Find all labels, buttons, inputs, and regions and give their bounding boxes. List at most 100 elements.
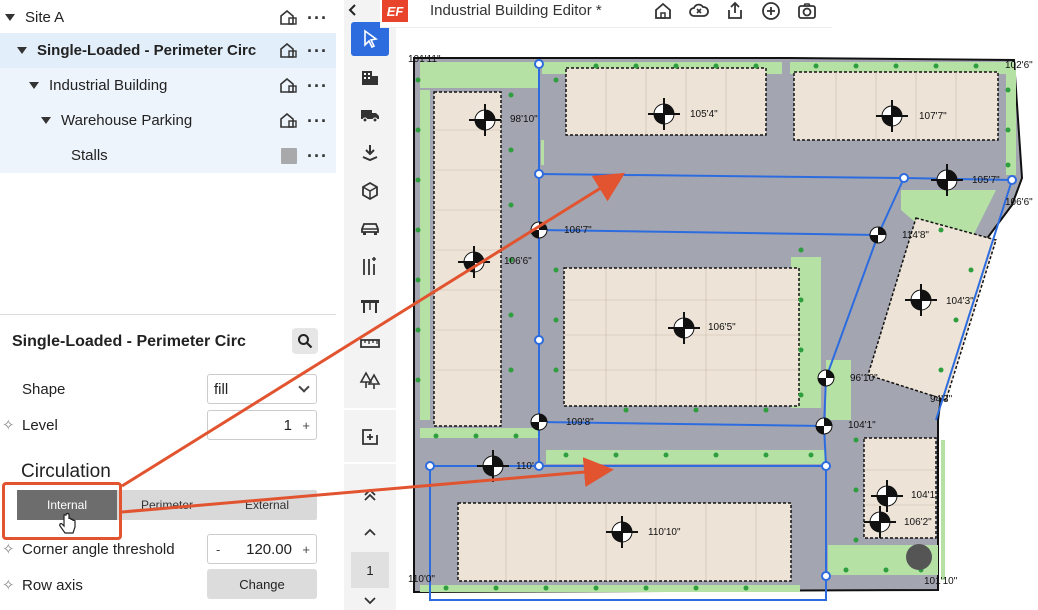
circ-option-external[interactable]: External (217, 490, 317, 520)
building-icon[interactable] (280, 113, 297, 128)
dimension-label: 104'1" (911, 490, 939, 501)
color-swatch[interactable] (281, 147, 298, 164)
more-icon[interactable]: ··· (307, 147, 328, 165)
decrement-button[interactable]: - (216, 418, 220, 433)
increment-button[interactable]: + (302, 542, 310, 557)
increment-button[interactable]: + (302, 418, 310, 433)
corner-angle-stepper[interactable]: - 120.00 + (207, 534, 317, 564)
level-top-button[interactable] (351, 478, 389, 512)
grass-area (420, 585, 800, 592)
more-icon[interactable]: ··· (307, 42, 328, 60)
dimension-label: 106'5" (708, 322, 736, 333)
share-icon[interactable] (724, 0, 746, 22)
cube-tool-button[interactable] (351, 174, 389, 208)
building-footprint[interactable] (565, 67, 767, 136)
more-icon[interactable]: ··· (307, 77, 328, 95)
home-icon[interactable] (652, 0, 674, 22)
panel-title: Single-Loaded - Perimeter Circ (12, 333, 246, 350)
shape-label: Shape (22, 381, 66, 398)
collapse-panel-icon[interactable] (346, 3, 360, 17)
tree-item-warehouse-parking[interactable]: Warehouse Parking ··· (0, 103, 336, 138)
building-tool-button[interactable] (351, 60, 389, 94)
level-value[interactable]: 1 (284, 417, 292, 434)
grass-area (1006, 70, 1016, 175)
hand-cursor-icon (59, 512, 76, 534)
camera-icon[interactable] (796, 0, 818, 22)
more-icon[interactable]: ··· (307, 112, 328, 130)
cloud-off-icon[interactable] (688, 0, 710, 22)
truck-tool-button[interactable] (351, 98, 389, 132)
building-icon[interactable] (280, 43, 297, 58)
pointer-icon (364, 29, 378, 49)
sparkle-icon: ✧ (2, 577, 15, 594)
shape-select[interactable]: fill (207, 374, 317, 404)
tree-item-stalls[interactable]: Stalls ··· (0, 138, 336, 173)
sparkle-icon: ✧ (2, 541, 15, 558)
dimension-label: 106'7" (564, 225, 592, 236)
tree-item-label: Single-Loaded - Perimeter Circ (37, 42, 257, 59)
dimension-label: 114'8" (902, 230, 929, 241)
building-icon (362, 71, 378, 85)
expand-arrow-icon[interactable] (5, 14, 15, 21)
circ-option-perimeter[interactable]: Perimeter (117, 490, 217, 520)
search-button[interactable] (292, 328, 318, 354)
tree-item-label: Warehouse Parking (61, 112, 193, 129)
level-up-button[interactable] (351, 515, 389, 549)
circulation-heading: Circulation (21, 461, 111, 482)
cube-icon (362, 181, 378, 201)
dimension-label: 107'7" (919, 111, 947, 122)
road (544, 138, 894, 168)
tree-item-industrial-building[interactable]: Industrial Building ··· (0, 68, 336, 103)
dimension-label: 105'4" (690, 109, 718, 120)
shape-value: fill (214, 380, 229, 398)
building-footprint[interactable] (793, 71, 999, 141)
spacing-tool-button[interactable] (351, 250, 389, 284)
adjust-bars-icon (363, 257, 376, 275)
search-icon (298, 334, 313, 349)
nav-widget-icon[interactable] (906, 544, 932, 570)
expand-arrow-icon[interactable] (29, 82, 39, 89)
building-icon[interactable] (280, 78, 297, 93)
download-layer-icon (362, 145, 378, 162)
truck-icon (361, 110, 379, 123)
tree-item-site[interactable]: Site A ··· (0, 0, 336, 35)
expand-arrow-icon[interactable] (17, 47, 27, 54)
dimension-label: 110' (516, 461, 534, 472)
expand-arrow-icon[interactable] (41, 117, 51, 124)
toolbar-divider (344, 408, 396, 410)
dimension-label: 94'3" (930, 394, 953, 405)
site-plan-drawing[interactable] (396, 0, 1038, 610)
add-circle-icon[interactable] (760, 0, 782, 22)
add-layer-button[interactable] (351, 420, 389, 454)
dimension-label: 110'10" (648, 527, 681, 538)
tree-item-single-loaded[interactable]: Single-Loaded - Perimeter Circ ··· (0, 33, 336, 68)
site-canvas[interactable]: 101'11" 102'6" 98'10" 105'4" 107'7" 105'… (396, 0, 1038, 610)
car-icon (361, 223, 379, 235)
chevron-down-icon (298, 381, 310, 393)
more-icon[interactable]: ··· (307, 9, 328, 27)
level-down-button[interactable] (351, 592, 389, 610)
trees-tool-button[interactable] (351, 364, 389, 398)
rack-tool-button[interactable] (351, 288, 389, 322)
grass-area (420, 62, 540, 88)
level-stepper[interactable]: - 1 + (207, 410, 317, 440)
level-number[interactable]: 1 (351, 552, 389, 588)
chevron-down-icon (364, 597, 376, 605)
change-row-axis-button[interactable]: Change (207, 569, 317, 599)
measure-tool-button[interactable] (351, 326, 389, 360)
layer-tree: Site A ··· Single-Loaded - Perimeter Cir… (0, 0, 336, 173)
corner-angle-value[interactable]: 120.00 (246, 541, 292, 558)
editor-header: EF Industrial Building Editor * (380, 0, 832, 28)
corner-angle-label: Corner angle threshold (22, 541, 175, 558)
road (544, 225, 874, 257)
dimension-label: 106'6" (504, 256, 532, 267)
loading-dock-tool-button[interactable] (351, 136, 389, 170)
car-tool-button[interactable] (351, 212, 389, 246)
row-axis-label: Row axis (22, 577, 83, 594)
tree-item-label: Industrial Building (49, 77, 168, 94)
dimension-label: 104'3" (946, 296, 974, 307)
double-chevron-up-icon (364, 488, 376, 501)
decrement-button[interactable]: - (216, 542, 220, 557)
building-icon[interactable] (280, 10, 297, 25)
level-label: Level (22, 417, 58, 434)
